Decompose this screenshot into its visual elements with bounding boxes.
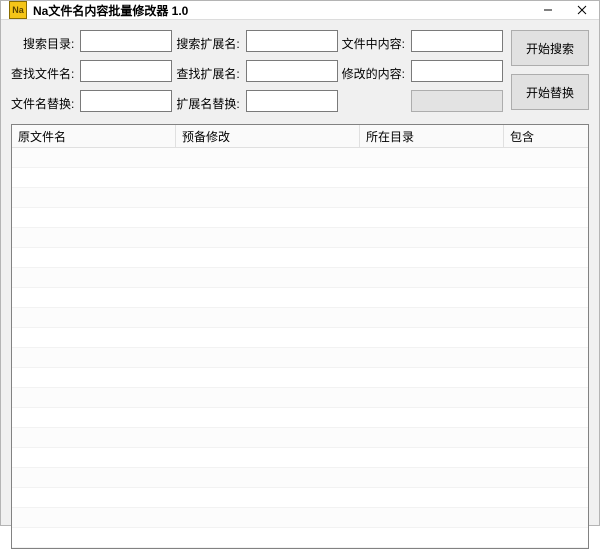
table-row [12, 308, 588, 328]
search-ext-input[interactable] [246, 30, 338, 52]
start-search-button[interactable]: 开始搜索 [511, 30, 589, 66]
table-header: 原文件名 预备修改 所在目录 包含 [12, 125, 588, 148]
search-dir-input[interactable] [80, 30, 172, 52]
table-row [12, 408, 588, 428]
column-header-original[interactable]: 原文件名 [12, 125, 176, 147]
table-row [12, 188, 588, 208]
replace-ext-input[interactable] [246, 90, 338, 112]
find-filename-input[interactable] [80, 60, 172, 82]
window-title: Na文件名内容批量修改器 1.0 [33, 2, 531, 19]
column-header-pending[interactable]: 预备修改 [176, 125, 360, 147]
close-icon [577, 5, 587, 15]
table-row [12, 528, 588, 548]
modify-content-label: 修改的内容: [342, 60, 407, 86]
table-row [12, 448, 588, 468]
empty-label-cell [342, 90, 407, 116]
column-header-dir[interactable]: 所在目录 [360, 125, 504, 147]
table-body[interactable] [12, 148, 588, 548]
table-row [12, 488, 588, 508]
table-row [12, 468, 588, 488]
modify-content-input[interactable] [411, 60, 503, 82]
window-controls [531, 1, 599, 19]
disabled-cell [411, 90, 503, 112]
table-row [12, 328, 588, 348]
table-row [12, 168, 588, 188]
replace-ext-label: 扩展名替换: [176, 90, 241, 116]
table-row [12, 428, 588, 448]
side-buttons: 开始搜索 开始替换 [511, 30, 589, 124]
search-ext-label: 搜索扩展名: [176, 30, 241, 56]
results-table: 原文件名 预备修改 所在目录 包含 [11, 124, 589, 549]
start-replace-button[interactable]: 开始替换 [511, 74, 589, 110]
find-ext-label: 查找扩展名: [176, 60, 241, 86]
file-content-label: 文件中内容: [342, 30, 407, 56]
table-row [12, 368, 588, 388]
table-row [12, 228, 588, 248]
table-row [12, 208, 588, 228]
content-area: 搜索目录: 搜索扩展名: 文件中内容: 查找文件名: 查找扩展名: 修改的内容:… [1, 20, 599, 559]
find-filename-label: 查找文件名: [11, 60, 76, 86]
replace-filename-label: 文件名替换: [11, 90, 76, 116]
table-row [12, 508, 588, 528]
titlebar: Na Na文件名内容批量修改器 1.0 [1, 1, 599, 20]
table-row [12, 248, 588, 268]
table-row [12, 148, 588, 168]
form-area: 搜索目录: 搜索扩展名: 文件中内容: 查找文件名: 查找扩展名: 修改的内容:… [11, 30, 589, 124]
app-icon: Na [9, 1, 27, 19]
replace-filename-input[interactable] [80, 90, 172, 112]
file-content-input[interactable] [411, 30, 503, 52]
minimize-button[interactable] [531, 1, 565, 19]
table-row [12, 288, 588, 308]
column-header-contains[interactable]: 包含 [504, 125, 588, 147]
search-dir-label: 搜索目录: [11, 30, 76, 56]
find-ext-input[interactable] [246, 60, 338, 82]
close-button[interactable] [565, 1, 599, 19]
table-row [12, 348, 588, 368]
table-row [12, 268, 588, 288]
table-row [12, 388, 588, 408]
app-window: Na Na文件名内容批量修改器 1.0 搜索目录: 搜索扩展名: 文件中内容: [0, 0, 600, 526]
form-grid: 搜索目录: 搜索扩展名: 文件中内容: 查找文件名: 查找扩展名: 修改的内容:… [11, 30, 503, 116]
minimize-icon [543, 5, 553, 15]
